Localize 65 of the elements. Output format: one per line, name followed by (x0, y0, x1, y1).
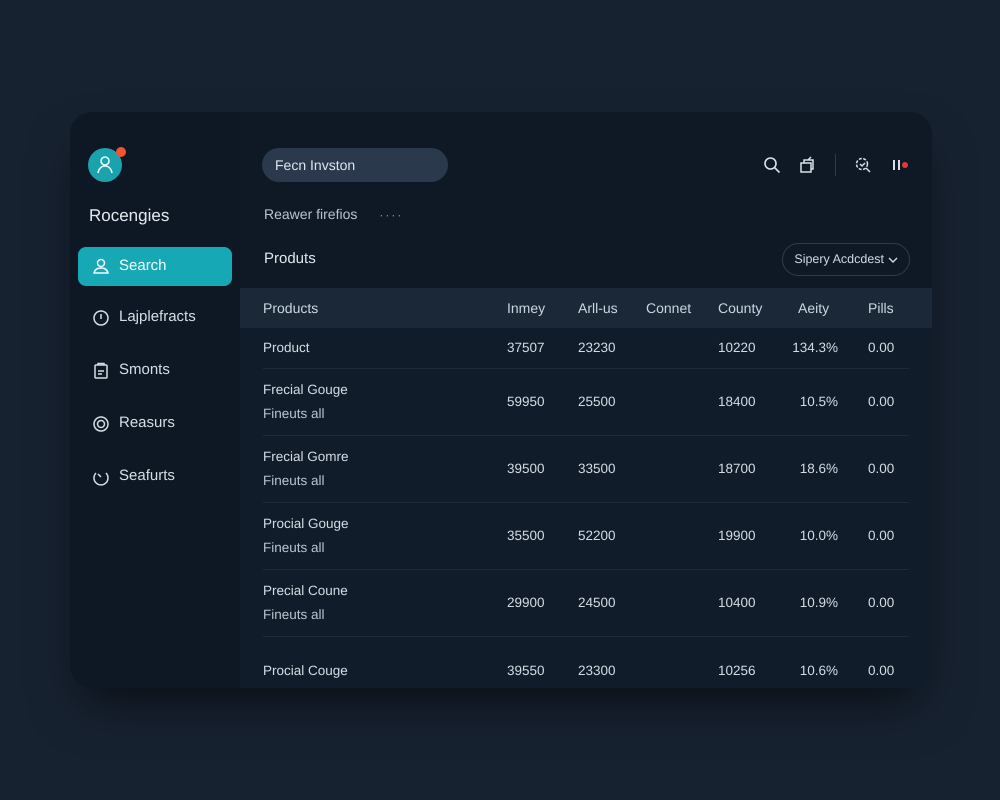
table-cell-text: 19900 (718, 526, 756, 545)
product-name: Frecial Gomre (263, 448, 349, 466)
table-cell-text: 10.9% (800, 594, 838, 612)
product-subtitle: Fineuts all (263, 472, 325, 490)
table-cell-text: 29900 (507, 594, 545, 612)
table-cell-text: 0.00 (868, 594, 894, 612)
table-cell-text: 18.6% (800, 460, 838, 478)
table-cell-text: 10220 (718, 338, 756, 357)
section-title: Produts (264, 249, 316, 270)
table-cell-text: 10.5% (800, 392, 838, 411)
sidebar-item[interactable]: Smonts (78, 350, 232, 392)
product-subtitle: Fineuts all (263, 606, 325, 624)
sidebar-item[interactable]: Reasurs (78, 402, 232, 444)
product-name: Product (263, 338, 310, 357)
table-cell-text: 52200 (578, 526, 616, 545)
table-cell-text: 59950 (507, 392, 545, 411)
person-icon (92, 257, 110, 275)
product-name: Frecial Gouge (263, 381, 348, 400)
table-cell-text: 18700 (718, 460, 756, 478)
table-cell-text: 10400 (718, 594, 756, 612)
caret-icon (888, 256, 898, 262)
pause-icon[interactable] (890, 158, 910, 172)
table-cell-text: 23300 (578, 662, 616, 680)
table-cell-text: 10.0% (800, 526, 838, 545)
table-cell-text: 24500 (578, 594, 616, 612)
sidebar-heading: Rocengies (89, 205, 170, 227)
table-cell-text: 37507 (507, 338, 545, 357)
search-field[interactable]: Fecn Invston (262, 148, 448, 182)
column-header[interactable]: Pills (868, 298, 894, 318)
more-menu[interactable]: ···· (379, 206, 404, 224)
column-header[interactable]: Inmey (507, 298, 546, 318)
clipboard-icon (92, 362, 110, 380)
search-icon[interactable] (763, 156, 781, 174)
column-header[interactable]: Arll-us (578, 298, 618, 318)
table-cell-text: 39550 (507, 662, 545, 680)
sidebar-item[interactable]: Lajplefracts (78, 296, 232, 338)
product-name: Precial Coune (263, 582, 348, 600)
column-header[interactable]: Products (263, 298, 318, 318)
avatar-icon[interactable] (88, 148, 122, 182)
box-icon[interactable] (799, 156, 817, 174)
table-cell-text: 18400 (718, 392, 756, 411)
clock-icon (92, 308, 110, 326)
sort-dropdown[interactable]: Sipery Acdcdest (782, 243, 910, 276)
table-cell-text: 25500 (578, 392, 616, 411)
table-cell-text: 0.00 (868, 662, 894, 680)
table-cell-text: 0.00 (868, 392, 894, 411)
sidebar-item[interactable]: Seafurts (78, 456, 232, 498)
column-header[interactable]: Connet (646, 298, 692, 318)
table-cell-text: 35500 (507, 526, 545, 545)
table-cell-text: 33500 (578, 460, 616, 478)
table-cell-text: 134.3% (792, 338, 838, 357)
product-name: Procial Couge (263, 662, 348, 680)
product-subtitle: Fineuts all (263, 538, 325, 556)
table-cell-text: 39500 (507, 460, 545, 478)
table-cell-text: 10256 (718, 662, 756, 680)
table-cell-text: 23230 (578, 338, 616, 357)
column-header[interactable]: County (718, 298, 762, 318)
table-cell-text: 0.00 (868, 338, 894, 357)
product-subtitle: Fineuts all (263, 404, 325, 422)
table-cell-text: 0.00 (868, 526, 894, 545)
product-name: Procial Gouge (263, 515, 349, 534)
table-cell-text: 10.6% (800, 662, 838, 680)
column-header[interactable]: Aeity (798, 298, 830, 318)
table-cell-text: 0.00 (868, 460, 894, 478)
subtitle: Reawer firefios (264, 205, 358, 224)
